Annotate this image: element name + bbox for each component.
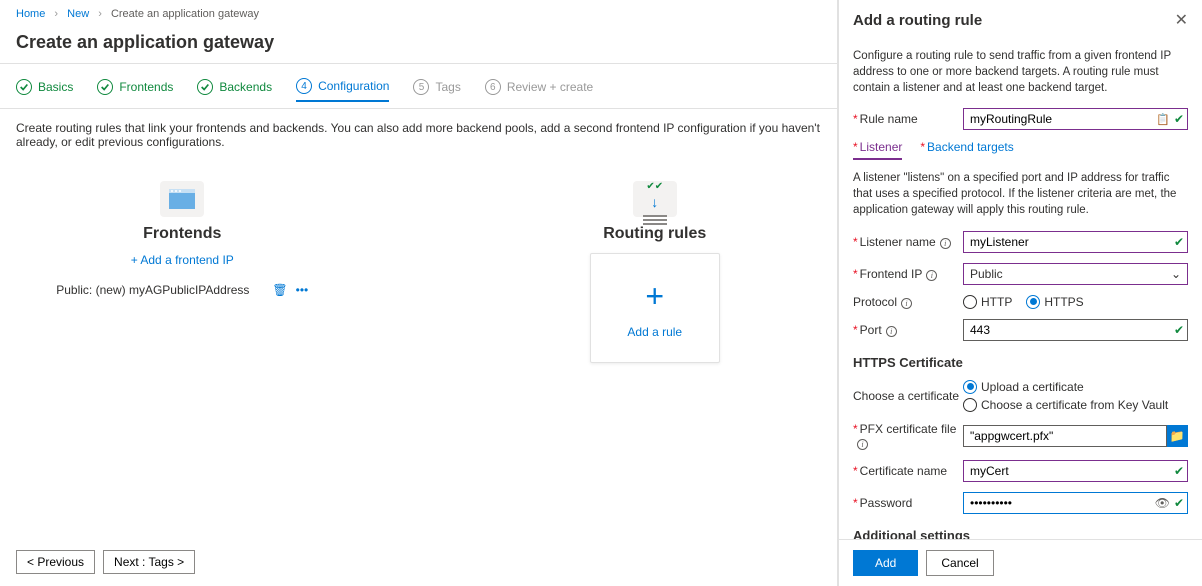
choose-cert-label: Choose a certificate <box>853 389 963 403</box>
tab-frontends[interactable]: Frontends <box>97 78 173 102</box>
tab-configuration[interactable]: 4Configuration <box>296 78 389 102</box>
routing-icon: ✔✔↓ <box>633 181 677 217</box>
https-certificate-title: HTTPS Certificate <box>853 355 1188 370</box>
next-button[interactable]: Next : Tags > <box>103 550 195 574</box>
breadcrumb-new[interactable]: New <box>67 8 89 20</box>
rule-name-label: *Rule name <box>853 112 963 126</box>
upload-cert-radio[interactable]: Upload a certificate <box>963 380 1188 394</box>
chevron-down-icon: ⌄ <box>1171 267 1181 281</box>
breadcrumb-home[interactable]: Home <box>16 8 45 20</box>
panel-description: Configure a routing rule to send traffic… <box>853 48 1188 96</box>
port-label: *Porti <box>853 323 963 337</box>
pfx-file-input[interactable] <box>963 425 1167 447</box>
info-icon[interactable]: i <box>940 238 951 249</box>
tab-backends[interactable]: Backends <box>197 78 272 102</box>
check-icon: ✔ <box>1174 235 1184 249</box>
subtab-listener[interactable]: *Listener <box>853 140 902 160</box>
tab-tags[interactable]: 5Tags <box>413 78 460 102</box>
frontends-title: Frontends <box>143 225 221 243</box>
wizard-tabs: Basics Frontends Backends 4Configuration… <box>0 64 837 109</box>
info-icon[interactable]: i <box>901 298 912 309</box>
plus-icon: + <box>645 278 664 315</box>
instruction-text: Create routing rules that link your fron… <box>0 109 837 161</box>
frontends-column: Frontends + Add a frontend IP Public: (n… <box>16 181 349 363</box>
more-icon[interactable]: ••• <box>296 283 309 297</box>
tab-review[interactable]: 6Review + create <box>485 78 593 102</box>
routing-title: Routing rules <box>603 225 706 243</box>
add-routing-rule-panel: Add a routing rule ✕ Configure a routing… <box>838 0 1202 586</box>
breadcrumb: Home › New › Create an application gatew… <box>0 0 837 28</box>
add-rule-card[interactable]: + Add a rule <box>590 253 720 363</box>
tab-basics[interactable]: Basics <box>16 78 73 102</box>
add-rule-label: Add a rule <box>627 325 682 339</box>
breadcrumb-current: Create an application gateway <box>111 8 259 20</box>
routing-rules-column: ✔✔↓ Routing rules + Add a rule <box>489 181 822 363</box>
add-frontend-ip-link[interactable]: + Add a frontend IP <box>131 253 234 267</box>
subtab-backend-targets[interactable]: *Backend targets <box>920 140 1013 160</box>
info-icon[interactable]: i <box>886 326 897 337</box>
eye-icon[interactable]: 👁 <box>1155 496 1170 510</box>
cert-name-label: *Certificate name <box>853 464 963 478</box>
close-icon[interactable]: ✕ <box>1175 10 1188 30</box>
port-input[interactable] <box>963 319 1188 341</box>
page-title: Create an application gateway <box>0 28 837 64</box>
info-icon[interactable]: i <box>926 270 937 281</box>
frontend-item-label: Public: (new) myAGPublicIPAddress <box>56 283 249 297</box>
previous-button[interactable]: < Previous <box>16 550 95 574</box>
password-label: *Password <box>853 496 963 510</box>
protocol-http-radio[interactable]: HTTP <box>963 295 1012 309</box>
check-icon: ✔ <box>1174 496 1184 510</box>
additional-settings-title: Additional settings <box>853 528 1188 539</box>
cert-name-input[interactable] <box>963 460 1188 482</box>
protocol-https-radio[interactable]: HTTPS <box>1026 295 1083 309</box>
browse-file-button[interactable]: 📁 <box>1166 425 1188 447</box>
info-icon[interactable]: i <box>857 439 868 450</box>
check-icon: ✔ <box>1174 323 1184 337</box>
frontend-ip-label: *Frontend IPi <box>853 267 963 281</box>
check-icon: ✔ <box>1174 464 1184 478</box>
keyvault-cert-radio[interactable]: Choose a certificate from Key Vault <box>963 398 1188 412</box>
rule-name-input[interactable] <box>963 108 1188 130</box>
delete-icon[interactable]: 🗑 <box>272 283 287 297</box>
panel-title: Add a routing rule <box>853 12 982 29</box>
add-button[interactable]: Add <box>853 550 918 576</box>
protocol-label: Protocoli <box>853 295 963 309</box>
listener-description: A listener "listens" on a specified port… <box>853 170 1188 218</box>
listener-name-input[interactable] <box>963 231 1188 253</box>
form-icon: 📋 <box>1156 113 1170 126</box>
pfx-file-label: *PFX certificate filei <box>853 422 963 450</box>
check-icon: ✔ <box>1174 112 1184 126</box>
main-content: Home › New › Create an application gatew… <box>0 0 838 586</box>
frontends-icon <box>160 181 204 217</box>
frontend-item: Public: (new) myAGPublicIPAddress 🗑 ••• <box>52 279 312 301</box>
cancel-button[interactable]: Cancel <box>926 550 993 576</box>
frontend-ip-select[interactable]: Public⌄ <box>963 263 1188 285</box>
listener-name-label: *Listener namei <box>853 235 963 249</box>
